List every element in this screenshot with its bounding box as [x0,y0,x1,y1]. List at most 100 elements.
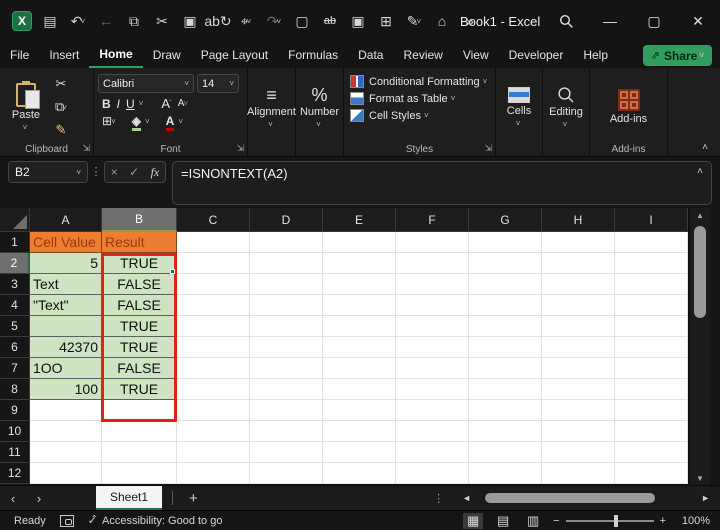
sheet-tab-sheet1[interactable]: Sheet1 [96,485,163,511]
save-icon[interactable]: ▤ [38,9,62,33]
cell-A6[interactable]: 42370 [30,337,102,358]
cell-E2[interactable] [323,253,396,274]
strikethrough-icon[interactable]: ab [318,9,342,33]
tab-formulas[interactable]: Formulas [278,42,348,68]
cell-I8[interactable] [615,379,688,400]
tab-help[interactable]: Help [573,42,618,68]
cell-I4[interactable] [615,295,688,316]
tab-draw[interactable]: Draw [143,42,191,68]
column-header-d[interactable]: D [250,208,323,232]
formula-input[interactable]: =ISNONTEXT(A2) ˄ [172,161,712,205]
cell-D12[interactable] [250,463,323,484]
cell-D4[interactable] [250,295,323,316]
decrease-font-button[interactable]: A ˅ [178,98,188,109]
formula-bar-drag-handle[interactable]: ⋮ [88,165,104,178]
cell-H8[interactable] [542,379,615,400]
cell-F11[interactable] [396,442,469,463]
editing-group[interactable]: Editing ˅ [543,68,590,156]
cell-H5[interactable] [542,316,615,337]
protect-find-icon[interactable]: ⌂ [430,9,454,33]
cell-I7[interactable] [615,358,688,379]
cell-C9[interactable] [177,400,250,421]
tab-review[interactable]: Review [393,42,452,68]
cell-F1[interactable] [396,232,469,253]
camera-icon[interactable]: ▣ [346,9,370,33]
cell-I2[interactable] [615,253,688,274]
cell-E12[interactable] [323,463,396,484]
cell-B12[interactable] [102,463,177,484]
enter-icon[interactable]: ✓ [129,165,139,179]
tab-view[interactable]: View [453,42,499,68]
cell-B7[interactable]: FALSE [102,358,177,379]
cell-B9[interactable] [102,400,177,421]
undo-icon[interactable]: ↶ ˅ [66,9,90,33]
cell-A9[interactable] [30,400,102,421]
row-header-11[interactable]: 11 [0,442,30,463]
cell-A7[interactable]: 1OO [30,358,102,379]
format-painter-icon[interactable]: ✎ [48,120,74,140]
vertical-scroll-thumb[interactable] [694,226,706,318]
cut-icon[interactable]: ✂ [48,74,74,94]
excel-logo[interactable]: X [10,9,34,33]
cell-I9[interactable] [615,400,688,421]
cell-G8[interactable] [469,379,542,400]
cell-G6[interactable] [469,337,542,358]
format-as-table-button[interactable]: Format as Table ˅ [350,92,491,105]
cell-I3[interactable] [615,274,688,295]
cell-I10[interactable] [615,421,688,442]
zoom-slider[interactable] [565,514,654,527]
cell-A10[interactable] [30,421,102,442]
tab-file[interactable]: File [0,42,39,68]
cell-D2[interactable] [250,253,323,274]
cell-F8[interactable] [396,379,469,400]
cell-C10[interactable] [177,421,250,442]
share-button[interactable]: ⇗ Share ˅ [642,45,712,66]
increase-font-button[interactable]: Aˆ [161,96,171,111]
cell-H9[interactable] [542,400,615,421]
row-header-12[interactable]: 12 [0,463,30,484]
row-header-5[interactable]: 5 [0,316,30,337]
cell-A12[interactable] [30,463,102,484]
cell-I1[interactable] [615,232,688,253]
styles-dialog-launcher-icon[interactable]: ⇲ [484,143,492,154]
column-header-f[interactable]: F [396,208,469,232]
cell-E4[interactable] [323,295,396,316]
maximize-button[interactable]: ▢ [632,0,676,42]
previous-sheet-icon[interactable]: ‹ [0,491,26,506]
search-icon[interactable] [544,0,588,42]
cell-H10[interactable] [542,421,615,442]
cell-D8[interactable] [250,379,323,400]
row-header-3[interactable]: 3 [0,274,30,295]
cell-D7[interactable] [250,358,323,379]
scroll-down-icon[interactable]: ▼ [696,471,704,485]
cell-I6[interactable] [615,337,688,358]
cell-G4[interactable] [469,295,542,316]
cell-A4[interactable]: "Text" [30,295,102,316]
cell-A1[interactable]: Cell Value [30,232,102,253]
font-name-select[interactable]: Calibri ˅ [98,74,194,93]
column-header-g[interactable]: G [469,208,542,232]
tab-insert[interactable]: Insert [39,42,89,68]
cell-C4[interactable] [177,295,250,316]
column-header-i[interactable]: I [615,208,688,232]
paste-picture-icon[interactable]: ▣ [178,9,202,33]
scrollbar-resize-handle[interactable]: ⋮ [433,492,444,505]
cut-icon[interactable]: ✂ [150,9,174,33]
cell-E3[interactable] [323,274,396,295]
cell-F5[interactable] [396,316,469,337]
column-header-e[interactable]: E [323,208,396,232]
cell-H11[interactable] [542,442,615,463]
cell-A8[interactable]: 100 [30,379,102,400]
row-header-4[interactable]: 4 [0,295,30,316]
tab-page-layout[interactable]: Page Layout [191,42,278,68]
collapse-ribbon-icon[interactable]: ˄ [702,142,708,153]
number-group[interactable]: % Number ˅ [296,68,344,156]
cell-D6[interactable] [250,337,323,358]
spelling-icon[interactable]: ab↻ [204,9,231,33]
cell-F7[interactable] [396,358,469,379]
zoom-slider-thumb[interactable] [613,514,618,527]
cell-G9[interactable] [469,400,542,421]
cell-B4[interactable]: FALSE [102,295,177,316]
cell-G7[interactable] [469,358,542,379]
select-all-corner[interactable] [0,208,30,232]
